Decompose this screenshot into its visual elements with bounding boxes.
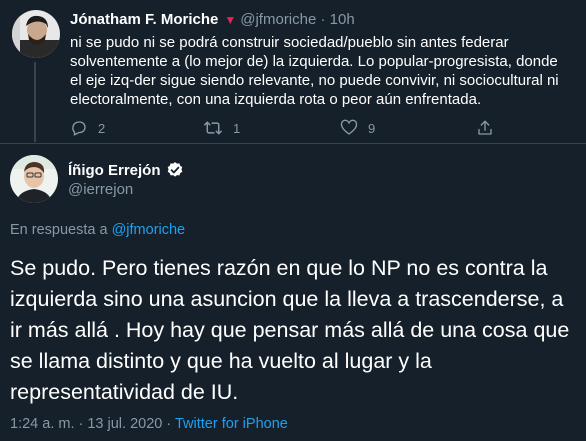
tweet-timestamp[interactable]: 1:24 a. m. · 13 jul. 2020 — [10, 416, 162, 432]
parent-author-name[interactable]: Jónatham F. Moriche — [70, 11, 218, 28]
thread-connector-line — [34, 62, 36, 142]
reply-icon — [70, 119, 88, 137]
reply-prefix: En respuesta a — [10, 222, 108, 238]
meta-separator: · — [320, 11, 326, 28]
parent-tweet-time[interactable]: 10h — [330, 11, 355, 28]
reply-context: En respuesta a @jfmoriche — [10, 222, 185, 238]
avatar[interactable] — [12, 10, 60, 58]
retweet-count: 1 — [233, 120, 241, 136]
main-author-handle[interactable]: @ierrejon — [68, 181, 133, 198]
like-count: 9 — [368, 120, 376, 136]
tweet-source-link[interactable]: Twitter for iPhone — [175, 416, 288, 432]
main-author-name[interactable]: Íñigo Errejón — [68, 162, 161, 179]
share-button[interactable] — [476, 118, 494, 138]
parent-author-handle[interactable]: @jfmoriche — [240, 11, 316, 28]
like-button[interactable]: 9 — [340, 118, 375, 138]
author-avatar[interactable] — [10, 155, 58, 203]
flag-icon: ▼ — [224, 13, 237, 27]
verified-badge-icon — [166, 161, 184, 179]
parent-tweet-header: Jónatham F. Moriche ▼ @jfmoriche · 10h — [70, 11, 355, 28]
main-tweet-header: Íñigo Errejón — [68, 161, 184, 179]
tweet-meta: 1:24 a. m. · 13 jul. 2020 · Twitter for … — [10, 416, 288, 432]
reply-handle-link[interactable]: @jfmoriche — [112, 222, 186, 238]
retweet-button[interactable]: 1 — [203, 118, 240, 138]
share-icon — [476, 119, 494, 137]
reply-button[interactable]: 2 — [70, 118, 105, 138]
reply-count: 2 — [98, 120, 106, 136]
meta-separator: · — [166, 416, 172, 432]
like-icon — [340, 119, 358, 137]
parent-tweet-text: ni se pudo ni se podrá construir socieda… — [70, 34, 559, 108]
retweet-icon — [203, 119, 223, 137]
main-tweet-text: Se pudo. Pero tienes razón en que lo NP … — [10, 256, 570, 404]
tweet-divider — [0, 143, 586, 144]
parent-tweet[interactable]: Jónatham F. Moriche ▼ @jfmoriche · 10h ni … — [0, 0, 586, 143]
